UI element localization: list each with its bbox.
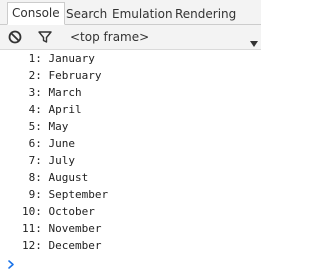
console-line: 7: July — [22, 154, 75, 167]
filter-funnel-icon[interactable] — [37, 29, 53, 45]
console-line: 3: March — [22, 86, 82, 99]
console-line: 12: December — [22, 239, 102, 252]
console-line: 2: February — [22, 69, 102, 82]
chevron-right-icon[interactable] — [7, 256, 17, 273]
devtools-panel: Console Search Emulation Rendering <top … — [0, 0, 261, 274]
frame-selector[interactable]: <top frame> — [70, 25, 149, 49]
tab-search[interactable]: Search — [66, 3, 107, 25]
console-line: 11: November — [22, 222, 102, 235]
console-line: 8: August — [22, 171, 89, 184]
tab-rendering[interactable]: Rendering — [175, 3, 236, 25]
clear-console-icon[interactable] — [7, 29, 23, 45]
console-output: 1: January 2: February 3: March 4: April… — [0, 50, 261, 274]
console-line: 1: January — [22, 52, 95, 65]
console-toolbar: <top frame> — [0, 25, 261, 50]
console-line: 4: April — [22, 103, 82, 116]
console-line: 10: October — [22, 205, 95, 218]
console-line: 9: September — [22, 188, 109, 201]
tab-console[interactable]: Console — [7, 2, 65, 25]
console-line: 5: May — [22, 120, 69, 133]
tab-emulation[interactable]: Emulation — [112, 3, 173, 25]
tab-bar: Console Search Emulation Rendering — [0, 0, 261, 25]
triangle-down-icon[interactable] — [249, 33, 259, 47]
console-line: 6: June — [22, 137, 75, 150]
